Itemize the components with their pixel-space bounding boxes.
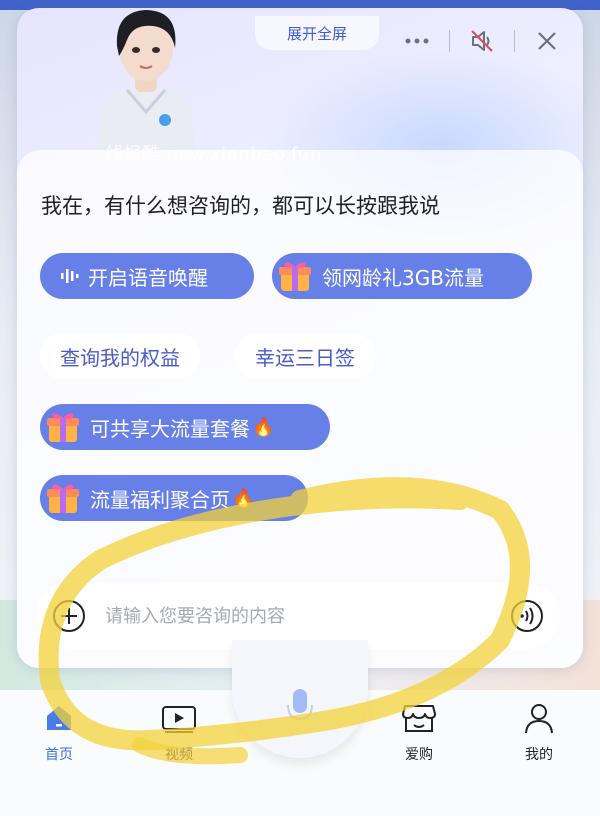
home-icon	[43, 702, 75, 738]
nav-label: 爱购	[405, 747, 433, 763]
voice-input-icon[interactable]	[509, 598, 545, 634]
gift-icon	[274, 255, 316, 297]
chip-label: 领网龄礼3GB流量	[322, 265, 484, 290]
gift-icon	[42, 477, 84, 519]
chip-voice-wake[interactable]: 开启语音唤醒	[40, 253, 254, 299]
nav-label: 首页	[45, 747, 73, 763]
shop-icon	[401, 702, 437, 738]
assistant-avatar	[87, 8, 205, 150]
mute-icon[interactable]	[468, 27, 496, 55]
chip-shared-plan[interactable]: 可共享大流量套餐 🔥	[40, 404, 330, 450]
chip-label: 开启语音唤醒	[88, 265, 208, 290]
more-icon[interactable]	[403, 27, 431, 55]
action-divider	[514, 30, 515, 52]
video-icon	[161, 702, 197, 738]
chip-label: 幸运三日签	[255, 345, 355, 370]
expand-fullscreen-tab[interactable]: 展开全屏	[255, 16, 379, 50]
chip-label: 可共享大流量套餐	[90, 416, 250, 441]
nav-item-shop[interactable]: 爱购	[379, 702, 459, 764]
assistant-panel: 线报酷 new.xianbao.fun 展开全屏 我在，有什么想咨询的，都可以长…	[17, 8, 583, 668]
chip-net-age-gift[interactable]: 领网龄礼3GB流量	[272, 253, 532, 299]
assistant-prompt: 我在，有什么想咨询的，都可以长按跟我说	[41, 194, 440, 218]
chip-label: 查询我的权益	[60, 345, 180, 370]
close-icon[interactable]	[533, 27, 561, 55]
microphone-icon	[285, 687, 315, 731]
chat-card: 我在，有什么想咨询的，都可以长按跟我说 开启语音唤醒 领网龄礼3GB流量 查询我…	[17, 150, 583, 668]
nav-label: 视频	[165, 747, 193, 763]
chip-label: 流量福利聚合页	[90, 487, 230, 512]
chip-my-benefits[interactable]: 查询我的权益	[40, 333, 200, 379]
voice-wave-icon	[60, 267, 80, 285]
user-icon	[523, 702, 555, 738]
chat-input[interactable]	[105, 605, 485, 627]
fire-icon: 🔥	[232, 487, 255, 509]
panel-top-actions	[403, 26, 561, 56]
nav-item-home[interactable]: 首页	[19, 702, 99, 764]
nav-item-video[interactable]: 视频	[139, 702, 219, 764]
gift-icon	[42, 406, 84, 448]
action-divider	[449, 30, 450, 52]
plus-icon[interactable]	[51, 598, 87, 634]
nav-item-mine[interactable]: 我的	[499, 702, 579, 764]
chip-lucky-checkin[interactable]: 幸运三日签	[235, 333, 375, 379]
chip-data-welfare[interactable]: 流量福利聚合页 🔥	[40, 475, 308, 521]
fire-icon: 🔥	[252, 416, 275, 438]
nav-label: 我的	[525, 747, 553, 763]
